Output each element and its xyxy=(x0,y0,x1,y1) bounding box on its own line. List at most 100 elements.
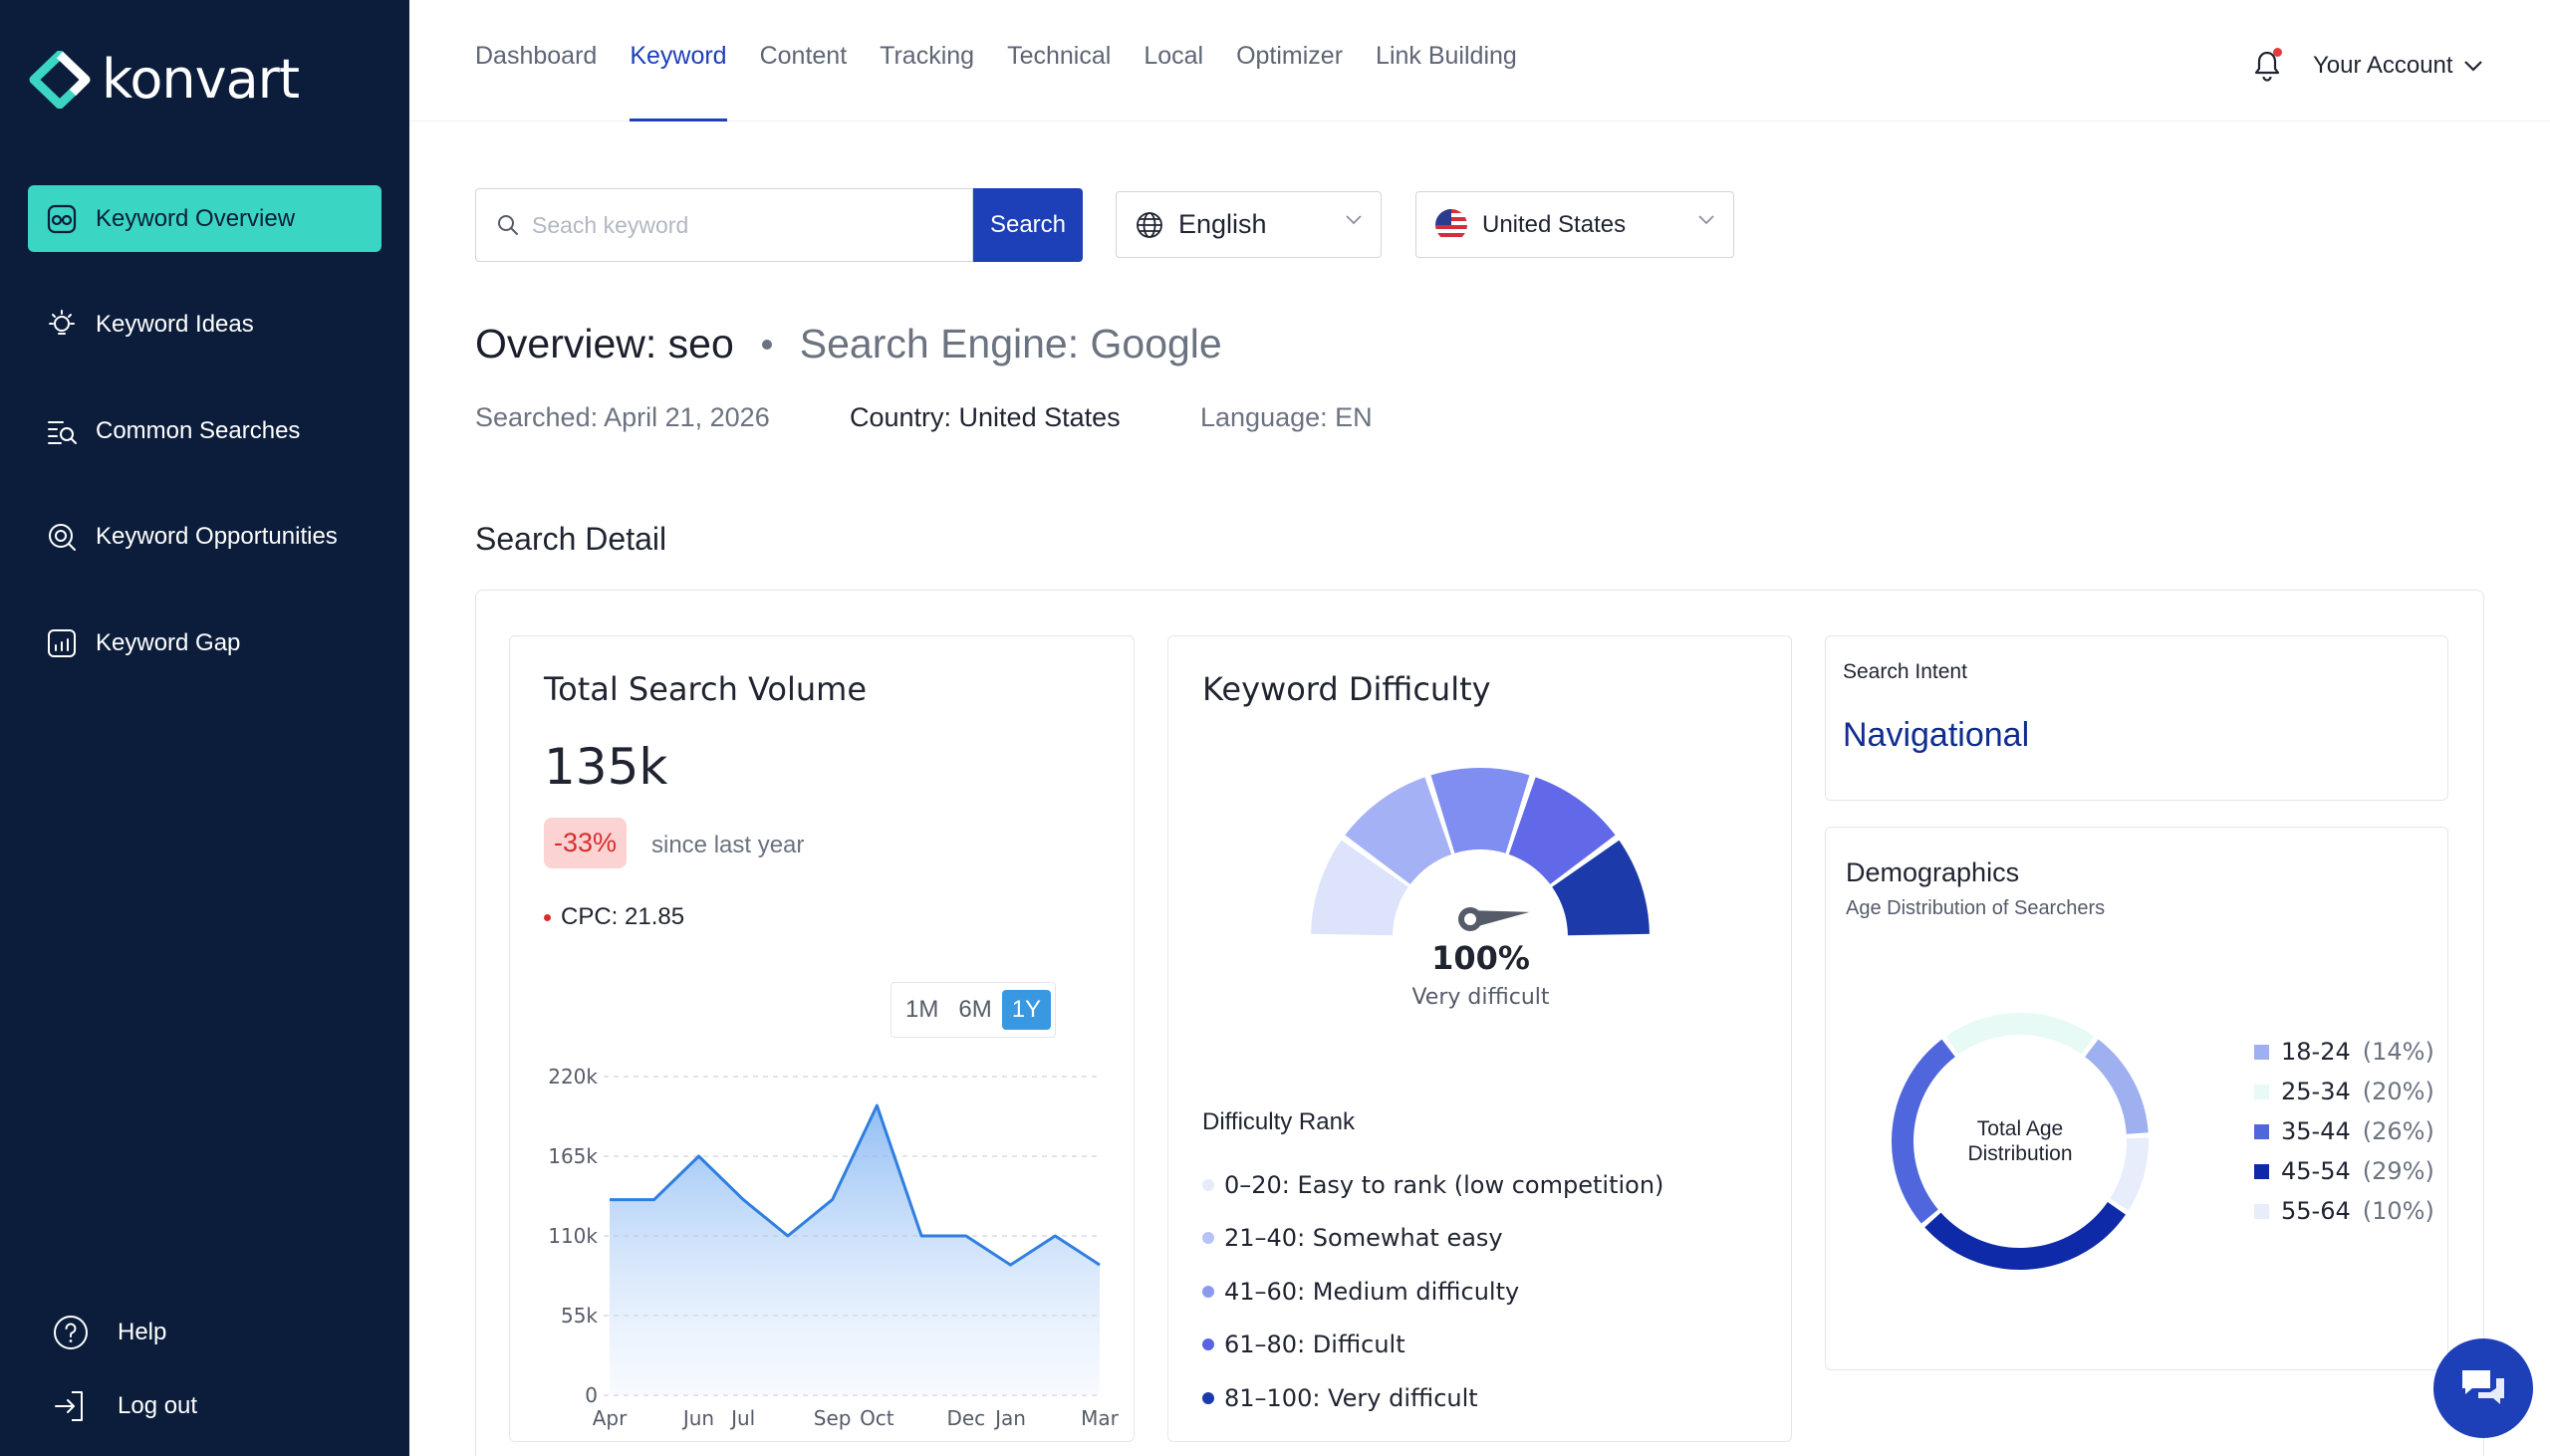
volume-value: 135k xyxy=(544,738,668,796)
rank-swatch xyxy=(1202,1285,1214,1298)
sidebar-item-label: Common Searches xyxy=(96,416,301,444)
range-1y-button[interactable]: 1Y xyxy=(1001,990,1052,1030)
sidebar-item-label: Keyword Opportunities xyxy=(96,523,338,550)
gauge-hub-center xyxy=(1464,913,1476,925)
rank-label: 0–20: Easy to rank (low competition) xyxy=(1224,1170,1664,1199)
overview-keyword: Overview: seo xyxy=(475,321,734,366)
konvart-logo-icon xyxy=(29,50,91,109)
sidebar-nav: Keyword Overview Keyword Ideas Common Se… xyxy=(28,185,382,716)
donut-slice xyxy=(1924,1201,2126,1270)
change-badge: -33% xyxy=(544,818,628,868)
list-item: 41–60: Medium difficulty xyxy=(1202,1265,1663,1319)
y-tick-label: 110k xyxy=(548,1224,598,1248)
tab-keyword[interactable]: Keyword xyxy=(630,0,727,121)
sidebar-item-label: Keyword Ideas xyxy=(96,311,254,338)
sidebar-item-keyword-gap[interactable]: Keyword Gap xyxy=(28,609,382,676)
legend-swatch xyxy=(2254,1203,2269,1219)
demographics-card: Demographics Age Distribution of Searche… xyxy=(1825,827,2448,1370)
tab-technical[interactable]: Technical xyxy=(1007,0,1111,121)
search-volume-chart: 0 55k 110k 165k 220k Apr Jun Jul Sep Oct Dec Jan Mar xyxy=(548,1065,1120,1430)
legend-item: 25-34 (20%) xyxy=(2254,1072,2434,1111)
x-tick-label: Dec xyxy=(946,1406,985,1430)
sidebar-item-common-searches[interactable]: Common Searches xyxy=(28,397,382,464)
list-item: 21–40: Somewhat easy xyxy=(1202,1212,1663,1266)
brand-logo[interactable]: konvart xyxy=(28,48,300,111)
age-legend: 18-24 (14%) 25-34 (20%) 35-44 (26%) 45-54 (2… xyxy=(2254,1032,2434,1231)
search-field xyxy=(475,188,973,262)
globe-icon xyxy=(1137,211,1162,238)
legend-label: 55-64 xyxy=(2281,1197,2351,1225)
tab-tracking[interactable]: Tracking xyxy=(880,0,974,121)
chat-icon xyxy=(2462,1370,2504,1404)
country-meta: Country: United States xyxy=(850,402,1121,432)
x-tick-label: Oct xyxy=(860,1406,894,1430)
sidebar-item-keyword-ideas[interactable]: Keyword Ideas xyxy=(28,292,382,359)
difficulty-rank-list: 0–20: Easy to rank (low competition) 21–… xyxy=(1202,1158,1663,1425)
sidebar-bottom: Help Log out xyxy=(52,1313,197,1456)
section-title: Search Detail xyxy=(475,521,667,557)
rank-swatch xyxy=(1202,1391,1214,1404)
sidebar-item-label: Keyword Gap xyxy=(96,628,241,656)
tab-dashboard[interactable]: Dashboard xyxy=(475,0,597,121)
volume-area xyxy=(610,1105,1100,1395)
search-input[interactable] xyxy=(532,211,950,239)
search-volume-card: Total Search Volume 135k -33% since last… xyxy=(509,635,1135,1442)
sidebar-item-keyword-opportunities[interactable]: Keyword Opportunities xyxy=(28,504,382,571)
rank-label: 21–40: Somewhat easy xyxy=(1224,1224,1503,1253)
legend-item: 45-54 (29%) xyxy=(2254,1151,2434,1191)
cpc-label: CPC: 21.85 xyxy=(561,903,685,930)
x-tick-label: Jul xyxy=(729,1406,755,1430)
legend-item: 55-64 (10%) xyxy=(2254,1191,2434,1231)
difficulty-level: Very difficult xyxy=(1411,985,1550,1010)
legend-swatch xyxy=(2254,1163,2269,1179)
rank-label: 81–100: Very difficult xyxy=(1224,1383,1478,1412)
intent-label: Search Intent xyxy=(1843,660,1967,683)
chart-box-icon xyxy=(48,628,76,657)
tab-link-building[interactable]: Link Building xyxy=(1376,0,1517,121)
change-note: since last year xyxy=(651,832,805,858)
keyword-difficulty-card: Keyword Difficulty 100% Very difficult D… xyxy=(1167,635,1792,1442)
range-1m-button[interactable]: 1M xyxy=(895,990,948,1030)
donut-slice xyxy=(1945,1013,2095,1055)
difficulty-value: 100% xyxy=(1431,939,1530,977)
y-tick-label: 55k xyxy=(561,1304,598,1328)
search-button[interactable]: Search xyxy=(973,188,1083,262)
notifications-button[interactable] xyxy=(2252,48,2282,84)
brand-name: konvart xyxy=(102,48,300,111)
center-line-1: Total Age xyxy=(1976,1117,2064,1140)
country-select[interactable]: United States xyxy=(1415,191,1734,258)
tab-optimizer[interactable]: Optimizer xyxy=(1236,0,1343,121)
language-select[interactable]: English xyxy=(1116,191,1382,258)
search-intent-card: Search Intent Navigational xyxy=(1825,635,2448,801)
separator-dot xyxy=(761,339,772,350)
sidebar-item-keyword-overview[interactable]: Keyword Overview xyxy=(28,185,382,252)
list-item: 0–20: Easy to rank (low competition) xyxy=(1202,1158,1663,1212)
search-engine: Search Engine: Google xyxy=(799,321,1222,366)
legend-label: 35-44 xyxy=(2281,1117,2351,1145)
searched-date: Searched: April 21, 2026 xyxy=(475,402,770,432)
donut-center-label: Total Age Distribution xyxy=(1886,1116,2155,1166)
logout-label: Log out xyxy=(118,1392,198,1419)
tab-content[interactable]: Content xyxy=(760,0,848,121)
chevron-down-icon xyxy=(1346,215,1362,225)
intent-value: Navigational xyxy=(1843,716,2030,754)
logout-link[interactable]: Log out xyxy=(52,1386,197,1426)
x-tick-label: Jan xyxy=(993,1406,1026,1430)
range-6m-button[interactable]: 6M xyxy=(948,990,1001,1030)
tab-local[interactable]: Local xyxy=(1144,0,1203,121)
cpc-value: CPC: 21.85 xyxy=(544,903,684,931)
card-subtitle: Age Distribution of Searchers xyxy=(1846,897,2106,919)
legend-label: 25-34 xyxy=(2281,1078,2351,1105)
legend-percent: (29%) xyxy=(2362,1157,2434,1185)
country-value: United States xyxy=(1482,210,1627,238)
legend-swatch xyxy=(2254,1044,2269,1060)
help-link[interactable]: Help xyxy=(52,1313,197,1352)
live-chat-button[interactable] xyxy=(2433,1338,2533,1438)
help-label: Help xyxy=(118,1319,167,1345)
notification-dot xyxy=(2273,48,2282,57)
target-search-icon xyxy=(49,524,76,551)
x-tick-label: Sep xyxy=(814,1406,852,1430)
x-tick-label: Mar xyxy=(1081,1406,1120,1430)
account-menu[interactable]: Your Account xyxy=(2313,52,2483,80)
lightbulb-icon xyxy=(49,310,75,335)
